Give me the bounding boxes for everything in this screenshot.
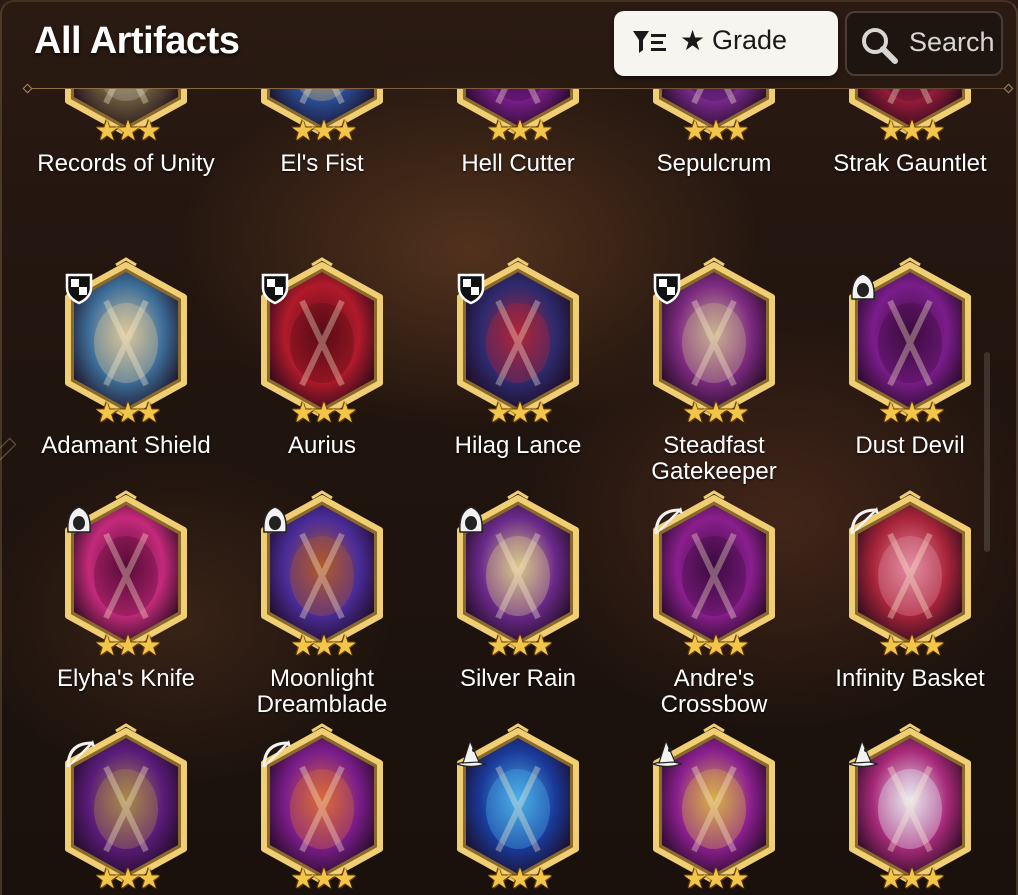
star-rating: ★★★	[682, 630, 749, 661]
knight-shield-icon	[65, 273, 93, 305]
artifact-card[interactable]: ★★★ Silver Rain	[428, 490, 608, 704]
artifact-card[interactable]: ★★★Sashe Ithanes	[232, 723, 412, 895]
star-rating: ★★★	[682, 397, 749, 428]
artifact-card[interactable]: ★★★ Moonlight Dreamblade	[232, 490, 412, 718]
star-rating: ★★★	[878, 397, 945, 428]
star-rating: ★★★	[486, 115, 553, 146]
wizard-hat-icon	[847, 739, 879, 768]
artifact-name: Adamant Shield	[41, 432, 211, 459]
bow-icon	[262, 740, 291, 768]
star-rating: ★★★	[486, 630, 553, 661]
hood-icon	[263, 506, 287, 533]
page-title: All Artifacts	[34, 20, 240, 62]
artifact-card[interactable]: ★★★Kal'adra	[624, 723, 804, 895]
camera-icon	[64, 89, 188, 109]
artifact-card[interactable]: ★★★ Strak Gauntlet	[820, 89, 1000, 189]
star-rating: ★★★	[94, 630, 161, 661]
artifact-card[interactable]: ★★★ El's Fist	[232, 89, 412, 189]
artifact-name: Silver Rain	[459, 665, 577, 692]
red-gauntlet-icon	[848, 89, 972, 109]
artifact-card[interactable]: ★★★ Andre's Crossbow	[624, 490, 804, 718]
star-rating: ★★★	[290, 115, 357, 146]
artifact-name: Records of Unity	[37, 150, 215, 177]
artifact-grid: ★★★ Records of Unity ★★★ El's Fist ★★★ Hell C…	[0, 89, 1018, 895]
artifact-name: Elyha's Knife	[57, 665, 195, 692]
star-rating: ★★★	[486, 863, 553, 894]
bow-icon	[850, 507, 879, 535]
bow-icon	[654, 507, 683, 535]
artifact-name: Strak Gauntlet	[833, 150, 987, 177]
star-rating: ★★★	[878, 630, 945, 661]
artifact-grid-viewport[interactable]: ★★★ Records of Unity ★★★ El's Fist ★★★ Hell C…	[0, 89, 1018, 895]
bow-icon	[66, 740, 95, 768]
artifact-card[interactable]: ★★★ Hilag Lance	[428, 257, 608, 471]
hood-icon	[851, 273, 875, 300]
star-rating: ★★★	[94, 863, 161, 894]
star-rating: ★★★	[94, 397, 161, 428]
wizard-hat-icon	[651, 739, 683, 768]
artifact-name: Steadfast Gatekeeper	[651, 432, 777, 485]
artifact-card[interactable]: ★★★ Elyha's Knife	[36, 490, 216, 704]
artifact-card[interactable]: ★★★Barthez's	[428, 723, 608, 895]
search-icon	[862, 28, 898, 64]
star-rating: ★★★	[290, 630, 357, 661]
artifact-name: Dust Devil	[855, 432, 965, 459]
staff-icon	[652, 89, 776, 109]
artifact-card[interactable]: ★★★ Sepulcrum	[624, 89, 804, 189]
artifact-name: Hilag Lance	[454, 432, 582, 459]
search-button[interactable]: Search	[845, 11, 1003, 76]
star-rating: ★★★	[486, 397, 553, 428]
star-rating: ★★★	[94, 115, 161, 146]
dark-sword-icon	[456, 89, 580, 109]
knight-shield-icon	[261, 273, 289, 305]
artifact-card[interactable]: ★★★ Aurius	[232, 257, 412, 471]
artifact-card[interactable]: ★★★ Adamant Shield	[36, 257, 216, 471]
knight-shield-icon	[653, 273, 681, 305]
artifact-card[interactable]: ★★★ Infinity Basket	[820, 490, 1000, 704]
scrollbar[interactable]	[984, 352, 990, 552]
artifact-name: Aurius	[287, 432, 357, 459]
artifact-card[interactable]: ★★★ Records of Unity	[36, 89, 216, 189]
search-label: Search	[909, 27, 995, 57]
star-rating: ★★★	[682, 115, 749, 146]
artifact-card[interactable]: ★★★Rosa Hargana	[36, 723, 216, 895]
star-rating: ★★★	[682, 863, 749, 894]
artifact-card[interactable]: ★★★Sira-Ren	[820, 723, 1000, 895]
artifact-name: Hell Cutter	[461, 150, 575, 177]
grade-label: Grade	[712, 25, 788, 55]
star-rating: ★★★	[878, 863, 945, 894]
knight-shield-icon	[457, 273, 485, 305]
wizard-hat-icon	[455, 739, 487, 768]
artifact-card[interactable]: ★★★ Hell Cutter	[428, 89, 608, 189]
gauntlet-mech-icon	[260, 89, 384, 109]
artifact-name: Moonlight Dreamblade	[256, 665, 388, 718]
hood-icon	[67, 506, 91, 533]
star-icon: ★	[680, 25, 706, 56]
artifact-card[interactable]: ★★★ Steadfast Gatekeeper	[624, 257, 804, 485]
artifact-name: Andre's Crossbow	[660, 665, 768, 718]
artifact-name: Infinity Basket	[835, 665, 985, 692]
filter-sort-icon	[633, 31, 666, 53]
grade-filter-button[interactable]: ★ Grade	[614, 11, 838, 76]
star-rating: ★★★	[290, 397, 357, 428]
star-rating: ★★★	[878, 115, 945, 146]
artifact-card[interactable]: ★★★ Dust Devil	[820, 257, 1000, 471]
artifact-name: Sepulcrum	[656, 150, 772, 177]
hood-icon	[459, 506, 483, 533]
artifact-name: El's Fist	[280, 150, 364, 177]
star-rating: ★★★	[290, 863, 357, 894]
